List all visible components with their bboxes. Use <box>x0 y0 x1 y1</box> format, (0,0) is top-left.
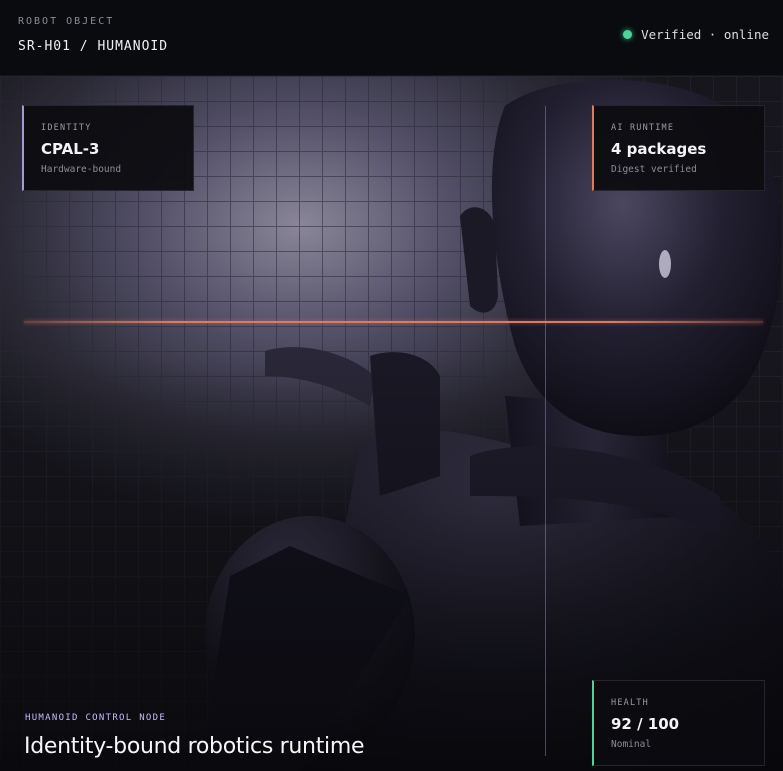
runtime-sub: Digest verified <box>611 164 697 175</box>
header-kicker: ROBOT OBJECT <box>18 16 115 27</box>
top-header: ROBOT OBJECT SR-H01 / HUMANOID Verified … <box>0 0 783 76</box>
health-label: HEALTH <box>611 698 649 708</box>
identity-sub: Hardware-bound <box>41 164 122 175</box>
robot-title: SR-H01 / HUMANOID <box>18 39 169 54</box>
identity-card: IDENTITY CPAL-3 Hardware-bound <box>22 105 194 191</box>
status-badge: Verified · online <box>623 27 769 42</box>
ai-runtime-card: AI RUNTIME 4 packages Digest verified <box>592 105 765 191</box>
runtime-value: 4 packages <box>611 140 707 158</box>
health-value: 92 / 100 <box>611 715 680 733</box>
identity-value: CPAL-3 <box>41 140 100 158</box>
health-card: HEALTH 92 / 100 Nominal <box>592 680 765 766</box>
scan-line <box>24 321 763 323</box>
status-dot-icon <box>623 30 633 39</box>
runtime-label: AI RUNTIME <box>611 123 675 133</box>
status-text: Verified · online <box>641 27 769 42</box>
hero-panel: IDENTITY CPAL-3 Hardware-bound AI RUNTIM… <box>0 76 783 771</box>
identity-label: IDENTITY <box>41 123 92 133</box>
caption-title: Identity-bound robotics runtime <box>24 734 365 759</box>
caption-kicker: HUMANOID CONTROL NODE <box>25 713 167 723</box>
vertical-guide-line <box>545 106 546 756</box>
health-sub: Nominal <box>611 739 652 750</box>
